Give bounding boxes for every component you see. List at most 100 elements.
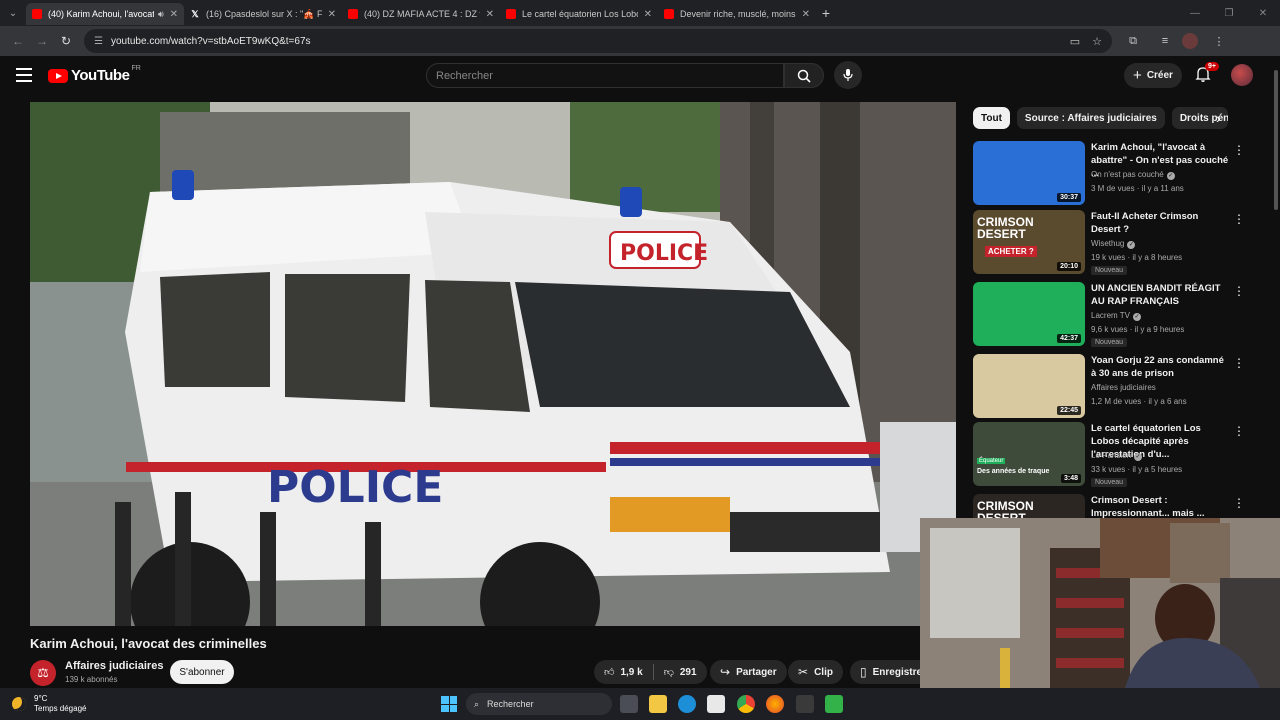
file-explorer-icon[interactable] [649, 695, 667, 713]
task-view-icon[interactable] [620, 695, 638, 713]
youtube-header: YouTube FR Rechercher + Créer 9+ [0, 56, 1280, 96]
more-options-icon[interactable]: ⋮ [1233, 496, 1245, 510]
browser-tab[interactable]: Le cartel équatorien Los Lobos ✕ [500, 3, 658, 25]
account-avatar[interactable] [1231, 64, 1253, 86]
video-thumbnail[interactable]: CRIMSON DESERT ACHETER ? 20:10 [973, 210, 1085, 274]
video-thumbnail[interactable]: 22:45 [973, 354, 1085, 418]
close-tab-icon[interactable]: ✕ [644, 9, 652, 20]
reload-icon[interactable]: ↻ [54, 34, 78, 48]
tab-search-icon[interactable]: ⌄ [0, 0, 26, 26]
youtube-icon [32, 9, 42, 19]
chevron-right-icon[interactable]: › [1216, 110, 1221, 126]
search-button[interactable] [784, 63, 824, 88]
search-input[interactable]: Rechercher [426, 63, 784, 88]
recommendation-item[interactable]: 42:37 UN ANCIEN BANDIT RÉAGIT AU RAP FRAN… [973, 282, 1273, 348]
browser-menu-icon[interactable]: ⋮ [1208, 35, 1230, 48]
firefox-icon[interactable] [766, 695, 784, 713]
clip-label: Clip [814, 666, 833, 678]
like-button[interactable]: 👍︎ 1,9 k [594, 660, 653, 684]
recommendation-title[interactable]: Yoan Gorju 22 ans condamné à 30 ans de p… [1091, 354, 1229, 380]
media-controls-icon[interactable]: ≡ [1154, 35, 1176, 47]
extensions-icon[interactable]: ⧉ [1122, 35, 1144, 48]
taskbar-search[interactable]: ⌕ Rechercher [466, 693, 612, 715]
browser-tab[interactable]: Devenir riche, musclé, moins st ✕ [658, 3, 816, 25]
close-tab-icon[interactable]: ✕ [486, 9, 494, 20]
close-tab-icon[interactable]: ✕ [170, 9, 178, 20]
back-icon[interactable]: ← [6, 34, 30, 48]
scrollbar-thumb[interactable] [1274, 70, 1278, 210]
search-placeholder: Rechercher [436, 69, 493, 82]
scrollbar[interactable] [1272, 60, 1280, 210]
youtube-logo[interactable]: YouTube FR [48, 65, 141, 84]
new-tab-button[interactable]: + [816, 5, 836, 21]
more-options-icon[interactable]: ⋮ [1233, 356, 1245, 370]
profile-avatar[interactable] [1182, 33, 1198, 49]
more-options-icon[interactable]: ⋮ [1233, 143, 1245, 157]
url-field[interactable]: ☰ youtube.com/watch?v=stbAoET9wKQ&t=67s … [84, 29, 1112, 53]
channel-label: Wisethug [1091, 239, 1125, 248]
cast-icon[interactable]: ▭ [1070, 35, 1080, 48]
voice-search-button[interactable] [834, 61, 862, 89]
share-button[interactable]: ↪ Partager [710, 660, 787, 684]
recommendation-title[interactable]: Crimson Desert : Impressionnant... mais … [1091, 494, 1229, 518]
thumbnail-text: CRIMSON DESERT [977, 499, 1034, 518]
create-button[interactable]: + Créer [1124, 63, 1182, 88]
close-window-icon[interactable]: ✕ [1246, 8, 1280, 19]
recommendation-title[interactable]: Faut-Il Acheter Crimson Desert ? [1091, 210, 1229, 236]
recommendation-item[interactable]: CRIMSON DESERT ACHETER ? 20:10 Faut-Il Ache… [973, 210, 1273, 276]
weather-text: 9°C Temps dégagé [34, 694, 86, 714]
close-tab-icon[interactable]: ✕ [328, 9, 336, 20]
weather-widget[interactable]: 9°C Temps dégagé [12, 694, 86, 714]
channel-avatar[interactable]: ⚖ [30, 660, 56, 686]
video-thumbnail[interactable]: 30:37 [973, 141, 1085, 205]
windows-start-icon[interactable] [441, 696, 457, 712]
edge-icon[interactable] [678, 695, 696, 713]
notifications-button[interactable]: 9+ [1194, 62, 1219, 87]
more-options-icon[interactable]: ⋮ [1233, 284, 1245, 298]
video-thumbnail[interactable]: 42:37 [973, 282, 1085, 346]
chip-all[interactable]: Tout [973, 107, 1010, 129]
more-options-icon[interactable]: ⋮ [1233, 212, 1245, 226]
video-thumbnail[interactable]: Des années de traque Équateur 3:48 [973, 422, 1085, 486]
android-app-icon[interactable] [825, 695, 843, 713]
capcut-icon[interactable] [796, 695, 814, 713]
chip-source[interactable]: Source : Affaires judiciaires [1016, 107, 1165, 129]
recommendation-title[interactable]: UN ANCIEN BANDIT RÉAGIT AU RAP FRANÇAIS [1091, 282, 1229, 308]
more-options-icon[interactable]: ⋮ [1233, 424, 1245, 438]
recommendation-item[interactable]: 22:45 Yoan Gorju 22 ans condamné à 30 ans… [973, 354, 1273, 420]
save-button[interactable]: ▯ Enregistrer [850, 660, 920, 684]
menu-icon[interactable] [16, 68, 32, 82]
browser-tab[interactable]: (40) Karim Achoui, l'avocat 🔊︎ ✕ [26, 3, 184, 25]
maximize-icon[interactable]: ❐ [1212, 8, 1246, 19]
forward-icon[interactable]: → [30, 34, 54, 48]
scissors-icon: ✂ [798, 665, 809, 679]
bookmark-icon: ▯ [860, 665, 867, 679]
video-thumbnail[interactable]: CRIMSON DESERT [973, 494, 1085, 518]
like-dislike-group: 👍︎ 1,9 k 👎︎ 291 [594, 660, 707, 684]
site-info-icon[interactable]: ☰ [94, 36, 103, 47]
browser-tab[interactable]: 𝕏 (16) Cpasdeslol sur X : "🎪 FR Fl ✕ [184, 3, 342, 25]
recommendation-channel[interactable]: Wisethug ✓ [1091, 239, 1136, 249]
recommendation-item[interactable]: 30:37 Karim Achoui, "l'avocat à abattre" … [973, 141, 1273, 207]
chrome-icon[interactable] [737, 695, 755, 713]
recommendation-item[interactable]: CRIMSON DESERT Crimson Desert : Impressio… [973, 494, 1273, 518]
store-icon[interactable] [707, 695, 725, 713]
minimize-icon[interactable]: — [1178, 8, 1212, 19]
tab-title: (16) Cpasdeslol sur X : "🎪 FR Fl [206, 8, 322, 19]
channel-name[interactable]: Affaires judiciaires [65, 660, 163, 672]
x-icon: 𝕏 [191, 9, 199, 19]
dislike-button[interactable]: 👎︎ 291 [654, 660, 707, 684]
recommendation-item[interactable]: Des années de traque Équateur 3:48 Le carte… [973, 422, 1273, 488]
weather-desc: Temps dégagé [34, 704, 87, 713]
speaker-icon[interactable]: 🔊︎ [158, 9, 164, 20]
bookmark-star-icon[interactable]: ☆ [1092, 35, 1102, 48]
recommendation-channel[interactable]: Le Parisien ✓ [1091, 451, 1143, 461]
close-tab-icon[interactable]: ✕ [802, 9, 810, 20]
browser-tab[interactable]: (40) DZ MAFIA ACTE 4 : DZ vs L ✕ [342, 3, 500, 25]
clip-button[interactable]: ✂ Clip [788, 660, 843, 684]
video-player[interactable]: POLICE POLICE [30, 102, 956, 626]
recommendation-channel[interactable]: Affaires judiciaires [1091, 383, 1156, 392]
subscribe-button[interactable]: S'abonner [170, 660, 234, 684]
recommendation-channel[interactable]: Lacrem TV ✓ [1091, 311, 1141, 321]
recommendation-channel[interactable]: On n'est pas couché ✓ [1091, 170, 1175, 180]
